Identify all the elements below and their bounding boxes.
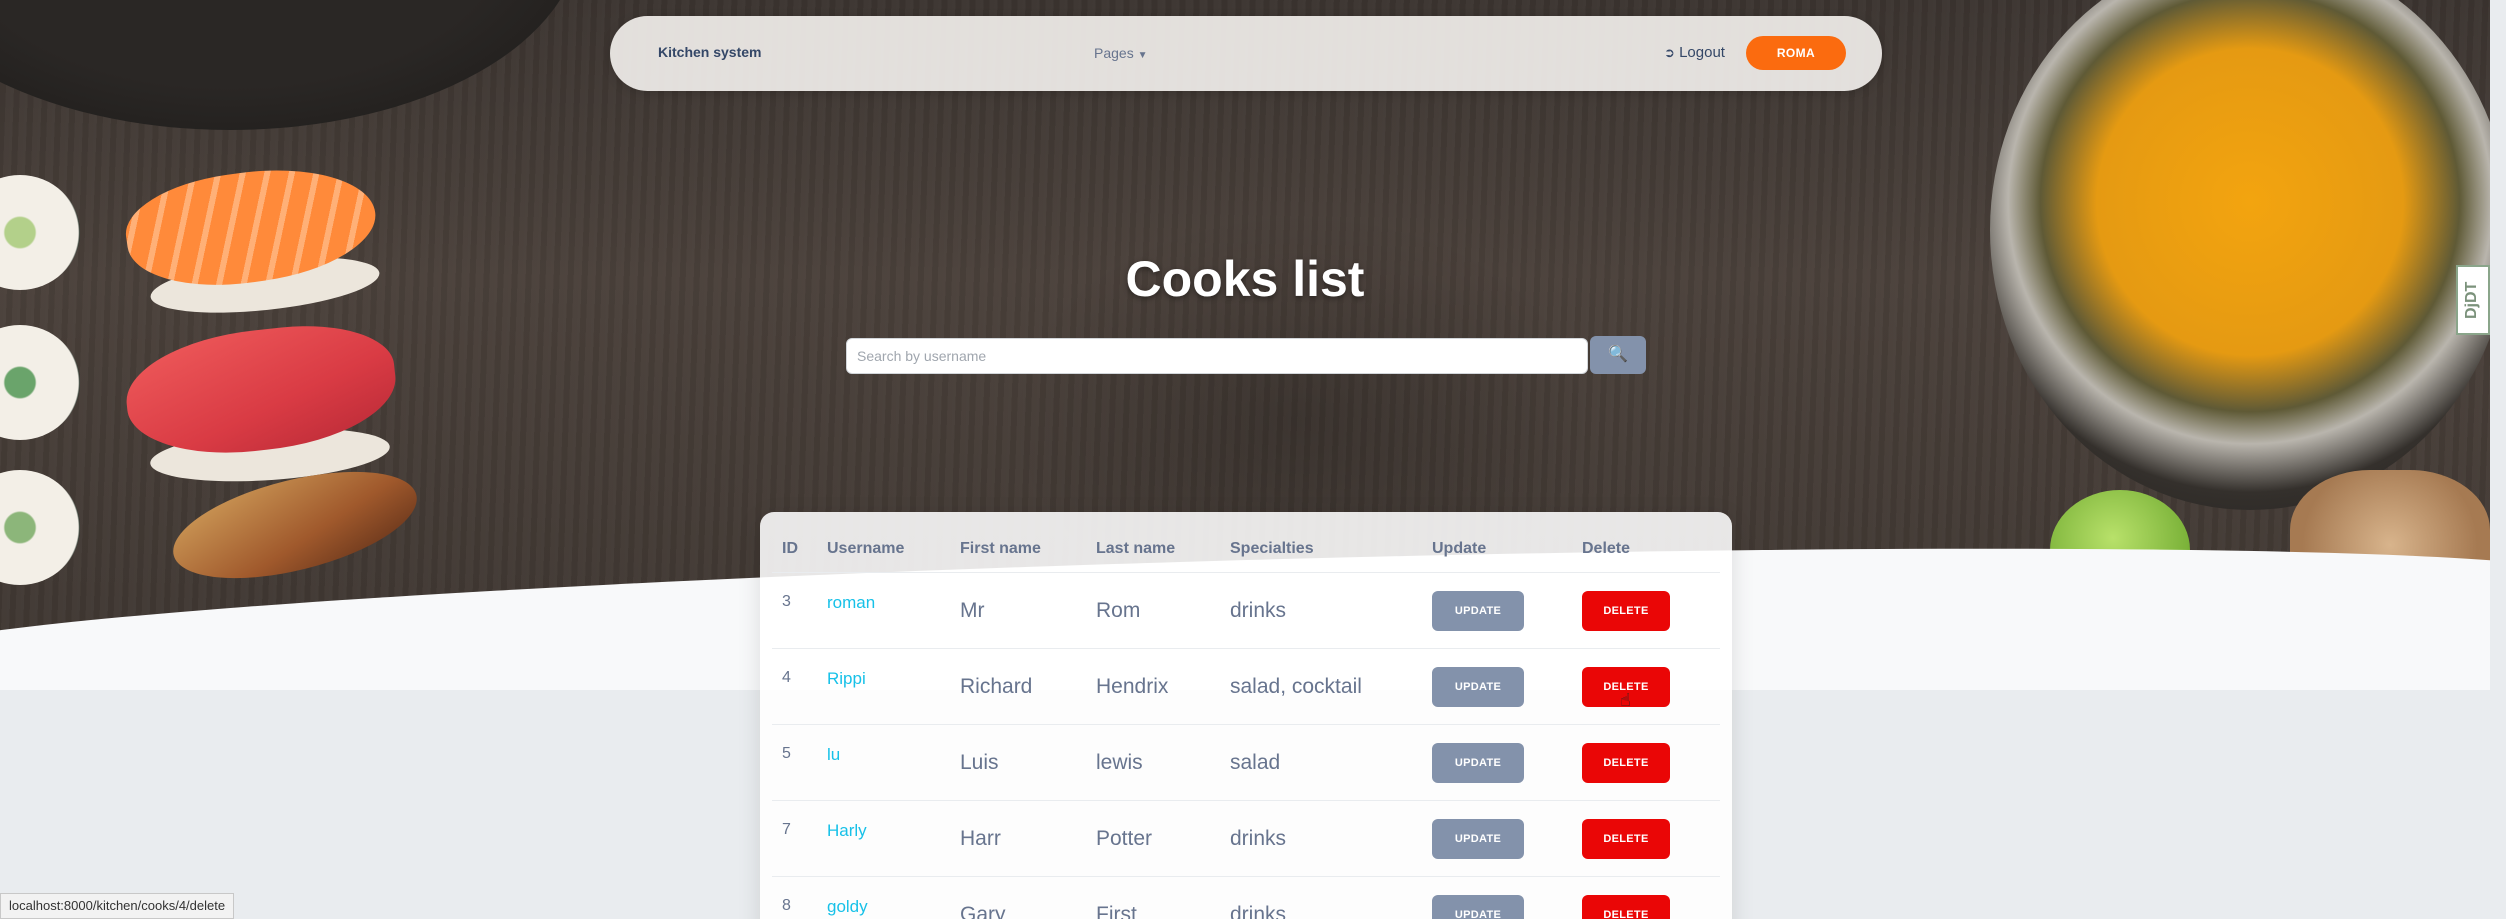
cook-username-link[interactable]: lu	[827, 745, 840, 765]
update-button[interactable]: UPDATE	[1432, 819, 1524, 859]
cook-id: 8	[782, 897, 791, 914]
debug-toolbar-handle[interactable]: DjDT	[2456, 265, 2490, 335]
header-update: Update	[1432, 540, 1487, 557]
update-button[interactable]: UPDATE	[1432, 591, 1524, 631]
table-row: 4 Rippi Richard Hendrix salad, cocktail …	[772, 648, 1720, 724]
cook-first-name: Harr	[960, 827, 1001, 850]
search-button[interactable]: 🔍	[1590, 336, 1646, 374]
cook-id: 7	[782, 821, 791, 838]
pages-label: Pages	[1094, 45, 1134, 61]
header-specialties: Specialties	[1230, 540, 1314, 557]
logout-icon: ➲	[1664, 45, 1675, 60]
pointer-cursor-icon: ☝	[1620, 690, 1631, 710]
cook-username-link[interactable]: goldy	[827, 897, 868, 917]
sushi-roll-decoration	[0, 470, 80, 585]
status-bar-url: localhost:8000/kitchen/cooks/4/delete	[0, 893, 235, 919]
cook-id: 3	[782, 593, 791, 610]
search-icon: 🔍	[1608, 346, 1628, 363]
table-row: 8 goldy Gary First drinks UPDATE DELETE	[772, 876, 1720, 919]
brand-link[interactable]: Kitchen system	[658, 44, 761, 60]
update-button[interactable]: UPDATE	[1432, 895, 1524, 919]
cooks-table-card: ID Username First name Last name Special…	[760, 512, 1732, 919]
delete-button[interactable]: DELETE	[1582, 819, 1670, 859]
search-input[interactable]	[846, 338, 1588, 374]
cook-id: 4	[782, 669, 791, 686]
header-last-name: Last name	[1096, 540, 1176, 557]
header-first-name: First name	[960, 540, 1041, 557]
header-delete: Delete	[1582, 540, 1631, 557]
navbar: Kitchen system Pages ▼ ➲ Logout ROMA	[610, 16, 1882, 91]
cook-first-name: Mr	[960, 599, 985, 622]
chevron-down-icon: ▼	[1137, 50, 1148, 61]
delete-button[interactable]: DELETE	[1582, 743, 1670, 783]
delete-button[interactable]: DELETE	[1582, 895, 1670, 919]
cook-first-name: Richard	[960, 675, 1033, 698]
cook-first-name: Luis	[960, 751, 999, 774]
cook-last-name: Hendrix	[1096, 675, 1169, 698]
table-row: 5 lu Luis lewis salad UPDATE DELETE	[772, 724, 1720, 800]
cook-specialties: salad	[1230, 751, 1281, 774]
cook-username-link[interactable]: Rippi	[827, 669, 866, 689]
cook-specialties: drinks	[1230, 903, 1287, 919]
cook-last-name: Potter	[1096, 827, 1153, 850]
header-username: Username	[827, 540, 905, 557]
user-button[interactable]: ROMA	[1746, 36, 1846, 70]
cook-username-link[interactable]: Harly	[827, 821, 867, 841]
pages-dropdown[interactable]: Pages ▼	[1094, 45, 1148, 61]
cook-specialties: drinks	[1230, 827, 1287, 850]
cook-id: 5	[782, 745, 791, 762]
logout-link[interactable]: ➲ Logout	[1664, 44, 1725, 61]
cook-last-name: lewis	[1096, 751, 1143, 774]
table-row: 7 Harly Harr Potter drinks UPDATE DELETE	[772, 800, 1720, 876]
cook-last-name: First	[1096, 903, 1137, 919]
sushi-roll-decoration	[0, 325, 80, 440]
cook-last-name: Rom	[1096, 599, 1141, 622]
header-id: ID	[782, 540, 798, 557]
cook-first-name: Gary	[960, 903, 1006, 919]
page-title: Cooks list	[1125, 251, 1365, 307]
update-button[interactable]: UPDATE	[1432, 667, 1524, 707]
cook-username-link[interactable]: roman	[827, 593, 875, 613]
cook-specialties: salad, cocktail	[1230, 675, 1362, 698]
logout-label: Logout	[1679, 44, 1725, 61]
plate-decoration	[0, 0, 580, 130]
update-button[interactable]: UPDATE	[1432, 743, 1524, 783]
cook-specialties: drinks	[1230, 599, 1287, 622]
table-row: 3 roman Mr Rom drinks UPDATE DELETE	[772, 572, 1720, 648]
delete-button[interactable]: DELETE	[1582, 591, 1670, 631]
